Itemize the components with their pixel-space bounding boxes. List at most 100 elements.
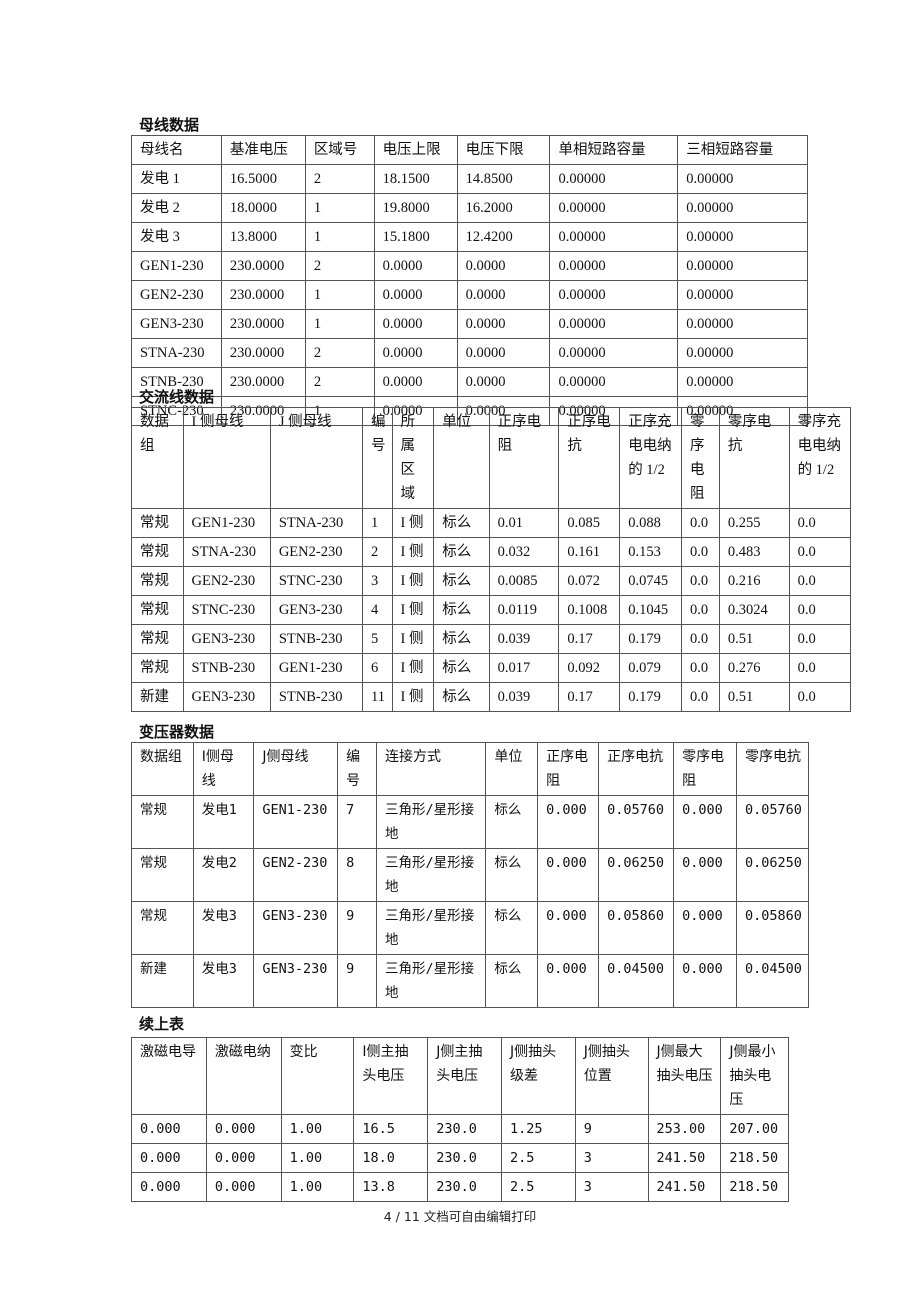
header-row: 数据组 I 侧母线 J 侧母线 编号 所属区域 单位 正序电阻 正序电抗 正序充电电纳的 1/2… — [131, 407, 852, 509]
table-cell: 230.0000 — [220, 280, 306, 310]
table-cell: 标么 — [433, 566, 490, 596]
header-row: 激磁电导 激磁电纳 变比 I侧主抽头电压 J侧主抽头电压 J侧抽头级差 J侧抽头位置 J侧最大… — [131, 1037, 789, 1115]
table-cell: 207.00 — [720, 1114, 789, 1144]
table-cell: 0.0000 — [373, 280, 458, 310]
table-cell: 0.0000 — [373, 309, 458, 339]
column-header: 基准电压 — [220, 135, 306, 165]
table-cell: 0.00000 — [549, 309, 679, 339]
table-cell: 0.05860 — [598, 901, 675, 955]
table-cell: 0.000 — [131, 1172, 207, 1202]
table-cell: 4 — [362, 595, 393, 625]
acline-table-body: 数据组 I 侧母线 J 侧母线 编号 所属区域 单位 正序电阻 正序电抗 正序充电电纳的 1/2… — [131, 407, 852, 712]
column-header: 零序电阻 — [681, 407, 720, 509]
table-cell: GEN2-230 — [253, 848, 339, 902]
column-header: 单位 — [433, 407, 490, 509]
table-cell: 0.0 — [681, 537, 720, 567]
table-row: GEN3-230 230.0000 1 0.0000 0.0000 0.00000 0.00… — [131, 309, 808, 339]
column-header: 正序电阻 — [488, 407, 560, 509]
table-cell: 常规 — [131, 537, 184, 567]
page-footer: 4 / 11 文档可自由编辑打印 — [383, 1209, 537, 1224]
column-header: 零序电阻 — [673, 742, 737, 796]
table-cell: 0.072 — [558, 566, 621, 596]
table-cell: 3 — [574, 1143, 649, 1173]
transformer-data-table: 数据组 I侧母线 J侧母线 编号 连接方式 单位 正序电阻 正序电抗 零序电阻 零序电抗 常规 发电1… — [131, 742, 809, 1008]
column-header: 单相短路容量 — [549, 135, 679, 165]
table-cell: 0.153 — [619, 537, 683, 567]
table-cell: 新建 — [131, 682, 184, 712]
column-header: J侧抽头位置 — [574, 1037, 649, 1115]
table-cell: 2 — [304, 164, 375, 194]
table-cell: 0.000 — [537, 901, 600, 955]
table-cell: 0.00000 — [549, 193, 679, 223]
table-cell: 0.04500 — [736, 954, 809, 1008]
table-cell: 0.00000 — [677, 309, 808, 339]
table-cell: 230.0000 — [220, 251, 306, 281]
table-row: 新建 GEN3-230 STNB-230 11 I 侧标么 0.039 0.17 0.179 0… — [131, 682, 852, 712]
table-row: 0.000 0.000 1.00 13.8 230.0 2.5 3 241.50 218.50 — [131, 1172, 789, 1202]
table-row: GEN2-230 230.0000 1 0.0000 0.0000 0.00000 0.00… — [131, 280, 808, 310]
table-cell: I 侧 — [391, 682, 435, 712]
table-cell: 0.000 — [205, 1143, 282, 1173]
column-header: 数据组 — [131, 407, 184, 509]
table-cell: GEN1-230 — [253, 795, 339, 849]
table-cell: GEN3-230 — [253, 901, 339, 955]
table-cell: 0.17 — [558, 682, 621, 712]
table-cell: STNA-230 — [182, 537, 271, 567]
table-cell: 常规 — [131, 595, 184, 625]
table-cell: 0.05860 — [736, 901, 809, 955]
table-cell: 0.0 — [681, 682, 720, 712]
table-cell: 0.0119 — [488, 595, 560, 625]
table-row: 新建 发电3 GEN3-230 9 三角形/星形接地 标么 0.000 0.04500 0.00… — [131, 954, 809, 1008]
column-header: J侧母线 — [253, 742, 339, 796]
table-cell: 常规 — [131, 901, 194, 955]
table-cell: 230.0 — [427, 1143, 502, 1173]
table-cell: 0.032 — [488, 537, 560, 567]
table-cell: 0.0000 — [373, 338, 458, 368]
table-cell: 0.3024 — [718, 595, 790, 625]
table-cell: 0.00000 — [677, 367, 808, 397]
table-cell: 0.0 — [681, 624, 720, 654]
table-cell: 9 — [337, 901, 378, 955]
table-cell: I 侧 — [391, 508, 435, 538]
column-header: 区域号 — [304, 135, 375, 165]
table-cell: 0.05760 — [598, 795, 675, 849]
column-header: 编号 — [362, 407, 393, 509]
table-row: 常规 GEN2-230 STNC-230 3 I 侧标么 0.0085 0.072 0.074… — [131, 566, 852, 596]
table-cell: 0.00000 — [677, 222, 808, 252]
table-cell: 三角形/星形接地 — [376, 954, 487, 1008]
table-cell: 0.0 — [681, 566, 720, 596]
table-cell: 标么 — [485, 954, 539, 1008]
table-cell: 13.8000 — [220, 222, 306, 252]
table-cell: 0.1008 — [558, 595, 621, 625]
table-cell: 0.05760 — [736, 795, 809, 849]
table-row: 常规 发电3 GEN3-230 9 三角形/星形接地 标么 0.000 0.05860 0.00… — [131, 901, 809, 955]
table-cell: 218.50 — [720, 1143, 789, 1173]
acline-data-table: 数据组 I 侧母线 J 侧母线 编号 所属区域 单位 正序电阻 正序电抗 正序充电电纳的 1/2… — [131, 407, 852, 712]
table-cell: 0.51 — [718, 624, 790, 654]
table-row: 0.000 0.000 1.00 16.5 230.0 1.25 9 253.00 207.00 — [131, 1114, 789, 1144]
table-cell: 0.179 — [619, 624, 683, 654]
table-cell: 发电2 — [192, 848, 255, 902]
table-cell: 0.00000 — [677, 164, 808, 194]
continued-data-table: 激磁电导 激磁电纳 变比 I侧主抽头电压 J侧主抽头电压 J侧抽头级差 J侧抽头位置 J侧最大… — [131, 1037, 789, 1202]
table-cell: GEN1-230 — [269, 653, 364, 683]
table-row: STNB-230 230.0000 2 0.0000 0.0000 0.00000 0.00… — [131, 367, 808, 397]
table-cell: GEN2-230 — [131, 280, 222, 310]
table-cell: 0.00000 — [549, 164, 679, 194]
table-cell: 230.0 — [427, 1172, 502, 1202]
table-cell: 8 — [337, 848, 378, 902]
table-cell: 常规 — [131, 508, 184, 538]
table-cell: 发电1 — [192, 795, 255, 849]
column-header: 正序充电电纳的 1/2 — [619, 407, 683, 509]
table-cell: 2.5 — [500, 1143, 576, 1173]
column-header: J侧最小抽头电压 — [720, 1037, 789, 1115]
table-cell: GEN2-230 — [269, 537, 364, 567]
table-cell: 0.276 — [718, 653, 790, 683]
acline-data-title: 交流线数据 — [139, 388, 215, 406]
table-cell: 0.092 — [558, 653, 621, 683]
table-cell: 常规 — [131, 653, 184, 683]
table-row: 发电 1 16.5000 2 18.1500 14.8500 0.00000 0.00000 — [131, 164, 808, 194]
table-cell: 1 — [304, 222, 375, 252]
table-cell: 0.216 — [718, 566, 790, 596]
table-cell: 0.088 — [619, 508, 683, 538]
